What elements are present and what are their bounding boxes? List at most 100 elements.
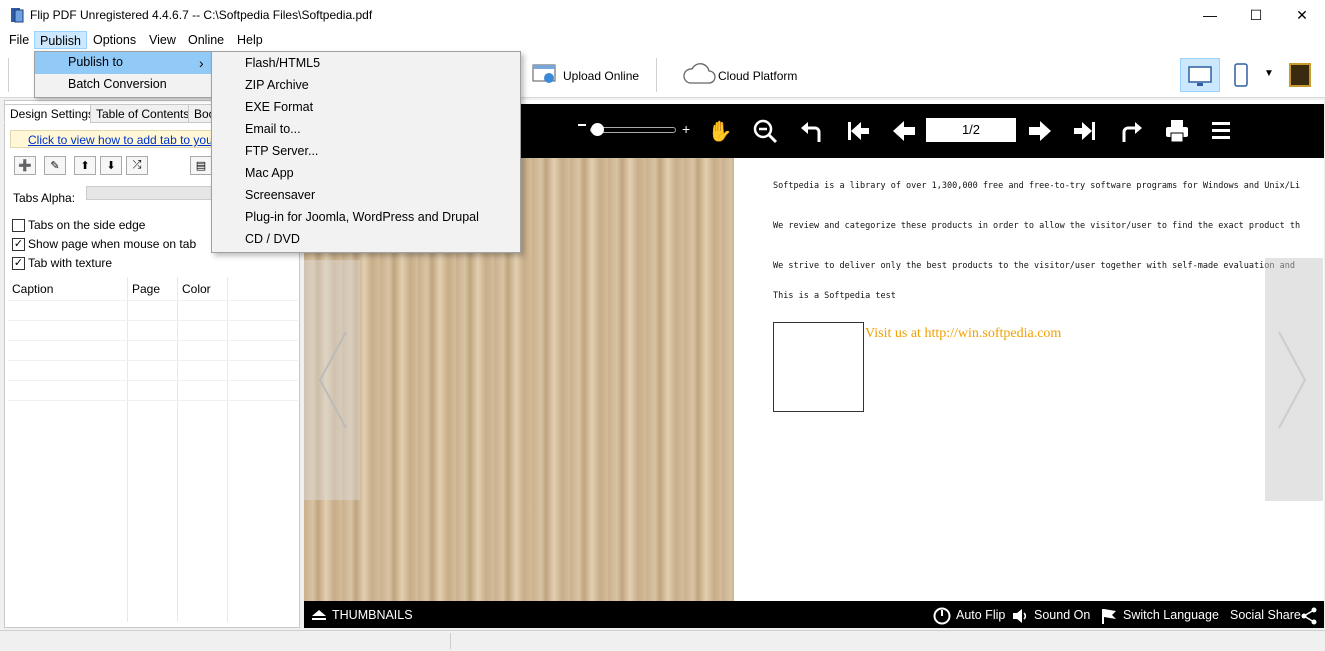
chevron-left-icon[interactable]: [316, 330, 350, 433]
grid-row-divider: [8, 380, 298, 381]
page-text-line: We review and categorize these products …: [773, 221, 1301, 231]
auto-flip-button[interactable]: Auto Flip: [956, 608, 1005, 622]
menu-help[interactable]: Help: [232, 31, 268, 49]
close-button[interactable]: ✕: [1279, 0, 1325, 30]
tab-bookmark[interactable]: Boo: [188, 104, 212, 123]
menu-item-screensaver[interactable]: Screensaver: [212, 184, 520, 206]
checkbox-label: Show page when mouse on tab: [28, 237, 197, 251]
zoom-minus-icon[interactable]: [578, 124, 586, 126]
last-page-icon[interactable]: [1070, 117, 1100, 145]
menu-item-flash-html5[interactable]: Flash/HTML5: [212, 52, 520, 74]
grid-row-divider: [8, 400, 298, 401]
thumbnails-button[interactable]: THUMBNAILS: [332, 608, 413, 622]
first-page-icon[interactable]: [843, 117, 873, 145]
menu-item-exe-format[interactable]: EXE Format: [212, 96, 520, 118]
flag-icon[interactable]: [1100, 607, 1118, 628]
menu-file[interactable]: File: [4, 31, 34, 49]
page-web-link[interactable]: Visit us at http://win.softpedia.com: [865, 326, 1061, 342]
checkbox-box[interactable]: ✓: [12, 237, 25, 251]
page-image-placeholder: [773, 322, 864, 412]
desktop-view-button[interactable]: [1180, 58, 1220, 92]
grid-header-caption: Caption: [12, 282, 54, 296]
print-icon[interactable]: [1162, 117, 1192, 145]
save-icon[interactable]: ▤: [190, 156, 212, 175]
grid-column-divider: [177, 277, 178, 622]
app-icon: [10, 7, 24, 23]
menu-item-ftp-server[interactable]: FTP Server...: [212, 140, 520, 162]
speaker-icon[interactable]: [1011, 607, 1029, 628]
status-divider: [450, 633, 451, 649]
previous-page-icon[interactable]: [889, 117, 919, 145]
switch-language-button[interactable]: Switch Language: [1123, 608, 1219, 622]
checkbox-show-page[interactable]: ✓ Show page when mouse on tab: [12, 236, 196, 252]
grid-header-color: Color: [182, 282, 211, 296]
toolbar-separator: [656, 58, 657, 92]
share-icon[interactable]: [1300, 607, 1318, 628]
help-link[interactable]: Click to view how to add tab to your f: [28, 133, 218, 147]
grid-header-page: Page: [132, 282, 161, 296]
zoom-out-icon[interactable]: [750, 117, 780, 145]
eject-icon[interactable]: [311, 609, 327, 624]
shuffle-icon[interactable]: ⤮: [126, 156, 148, 175]
page-number-input[interactable]: 1/2: [926, 118, 1016, 142]
redo-icon[interactable]: [1116, 117, 1146, 145]
add-icon[interactable]: ➕: [14, 156, 36, 175]
checkbox-label: Tabs on the side edge: [28, 218, 146, 232]
grid-row-divider: [8, 300, 298, 301]
status-bar: [0, 630, 1325, 651]
menu-item-mac-app[interactable]: Mac App: [212, 162, 520, 184]
tabs-alpha-label: Tabs Alpha:: [13, 191, 76, 205]
checkbox-box[interactable]: [12, 218, 25, 232]
social-share-button[interactable]: Social Share: [1230, 608, 1301, 622]
grid-row-divider: [8, 320, 298, 321]
cloud-platform-button[interactable]: Cloud Platform: [718, 69, 797, 83]
checkbox-label: Tab with texture: [28, 256, 113, 270]
menu-publish[interactable]: Publish: [34, 31, 87, 49]
zoom-slider-handle[interactable]: [591, 123, 604, 136]
checkbox-tabs-side-edge[interactable]: Tabs on the side edge: [12, 217, 145, 233]
menu-item-zip-archive[interactable]: ZIP Archive: [212, 74, 520, 96]
checkbox-tab-texture[interactable]: ✓ Tab with texture: [12, 255, 112, 271]
cloud-icon[interactable]: [682, 63, 716, 85]
hand-icon[interactable]: ✋: [705, 117, 735, 145]
tab-design-settings[interactable]: Design Settings: [4, 104, 101, 123]
menu-online[interactable]: Online: [183, 31, 229, 49]
menu-item-email[interactable]: Email to...: [212, 118, 520, 140]
menu-item-plugin-cms[interactable]: Plug-in for Joomla, WordPress and Drupal: [212, 206, 520, 228]
maximize-button[interactable]: ☐: [1233, 0, 1279, 30]
move-down-icon[interactable]: ⬇: [100, 156, 122, 175]
menu-options[interactable]: Options: [88, 31, 141, 49]
edit-icon[interactable]: ✎: [44, 156, 66, 175]
grid-row-divider: [8, 340, 298, 341]
page-text-line: Softpedia is a library of over 1,300,000…: [773, 181, 1301, 191]
chevron-right-icon: ›: [199, 55, 204, 71]
menu-view[interactable]: View: [144, 31, 181, 49]
sound-on-button[interactable]: Sound On: [1034, 608, 1090, 622]
grid-column-divider: [127, 277, 128, 622]
page-text-line: We strive to deliver only the best produ…: [773, 261, 1295, 271]
grid-row-divider: [8, 360, 298, 361]
move-up-icon[interactable]: ⬆: [74, 156, 96, 175]
menu-item-publish-to[interactable]: Publish to: [35, 52, 211, 74]
toolbar-separator: [8, 58, 9, 92]
menu-item-cd-dvd[interactable]: CD / DVD: [212, 228, 520, 250]
grid-column-divider: [227, 277, 228, 622]
undo-icon[interactable]: [797, 117, 827, 145]
upload-online-button[interactable]: Upload Online: [563, 69, 639, 83]
checkbox-box[interactable]: ✓: [12, 256, 25, 270]
auto-flip-icon[interactable]: [933, 607, 951, 628]
zoom-plus-icon[interactable]: +: [682, 121, 690, 137]
minimize-button[interactable]: —: [1187, 0, 1233, 30]
next-page-icon[interactable]: [1025, 117, 1055, 145]
book-thumbnail-icon[interactable]: [1289, 63, 1311, 87]
mobile-view-icon[interactable]: [1230, 60, 1252, 90]
menu-item-batch-conversion[interactable]: Batch Conversion: [35, 74, 211, 96]
chevron-down-icon[interactable]: ▼: [1264, 68, 1274, 79]
upload-online-icon[interactable]: [532, 63, 556, 85]
tabs-alpha-slider[interactable]: [86, 186, 212, 200]
window-title: Flip PDF Unregistered 4.4.6.7 -- C:\Soft…: [30, 8, 373, 22]
page-text-line: This is a Softpedia test: [773, 291, 896, 301]
tab-table-of-contents[interactable]: Table of Contents: [90, 104, 196, 123]
menu-list-icon[interactable]: [1207, 117, 1237, 145]
chevron-right-icon[interactable]: [1275, 330, 1309, 433]
